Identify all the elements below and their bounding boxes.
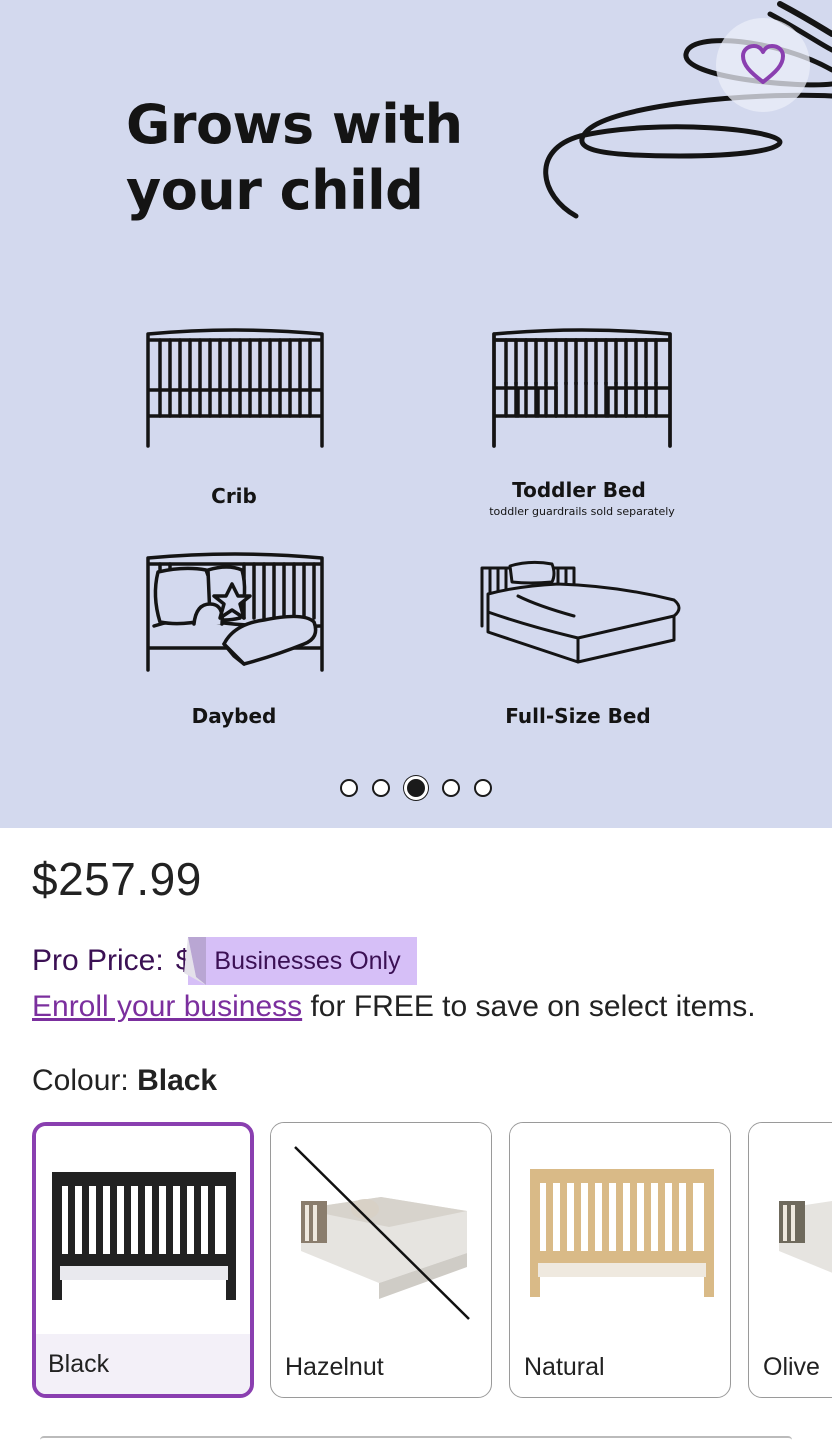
full-size-bed-illustration xyxy=(480,560,681,664)
colour-selector-heading: Colour: Black xyxy=(32,1064,217,1098)
badge-label: Businesses Only xyxy=(214,946,401,975)
swatch-label-hazelnut: Hazelnut xyxy=(285,1352,384,1381)
hero-title: Grows with your child xyxy=(126,92,546,224)
stage-label-toddler-bed: Toddler Bed xyxy=(512,478,646,502)
stage-label-full-size-bed: Full-Size Bed xyxy=(505,704,651,728)
heart-icon xyxy=(741,44,785,84)
colour-swatch-hazelnut[interactable]: Hazelnut xyxy=(270,1122,492,1398)
enroll-business-row: Enroll your business for FREE to save on… xyxy=(32,990,756,1024)
colour-swatch-list: Black Hazelnut Natural Olive xyxy=(32,1122,832,1402)
colour-swatch-olive[interactable]: Olive xyxy=(748,1122,832,1398)
colour-label: Colour: xyxy=(32,1064,129,1097)
swatch-label-olive: Olive xyxy=(763,1352,820,1381)
swatch-label-black: Black xyxy=(36,1334,250,1394)
enroll-business-text: for FREE to save on select items. xyxy=(302,990,756,1023)
swatch-image-olive xyxy=(749,1123,832,1333)
badge-fold-icon xyxy=(184,937,207,985)
colour-swatch-natural[interactable]: Natural xyxy=(509,1122,731,1398)
pro-price-row: Pro Price: $ Businesses Only xyxy=(32,936,417,986)
carousel-dot-2[interactable] xyxy=(372,779,390,797)
carousel-dot-3-active[interactable] xyxy=(404,776,428,800)
carousel-dot-5[interactable] xyxy=(474,779,492,797)
toddler-bed-illustration xyxy=(492,328,672,448)
hero-title-line-1: Grows with xyxy=(126,93,463,156)
swatch-label-natural: Natural xyxy=(524,1352,605,1381)
swatch-image-natural xyxy=(510,1123,730,1333)
swatch-image-black xyxy=(36,1126,250,1336)
enroll-business-link[interactable]: Enroll your business xyxy=(32,990,302,1023)
carousel-dot-4[interactable] xyxy=(442,779,460,797)
carousel-pagination xyxy=(340,776,492,800)
swatch-image-hazelnut xyxy=(271,1123,491,1333)
stage-label-daybed: Daybed xyxy=(191,704,277,728)
colour-selected-value: Black xyxy=(137,1064,218,1097)
businesses-only-badge: Businesses Only xyxy=(184,937,417,985)
product-image-carousel[interactable]: Grows with your child Crib Toddler Bed t… xyxy=(0,0,832,828)
crib-illustration xyxy=(146,328,324,448)
stage-label-crib: Crib xyxy=(211,484,257,508)
colour-swatch-black[interactable]: Black xyxy=(32,1122,254,1398)
product-price: $257.99 xyxy=(32,853,202,905)
favorite-button[interactable] xyxy=(716,18,810,112)
pro-price-label: Pro Price: xyxy=(32,944,164,977)
hero-title-line-2: your child xyxy=(126,159,424,222)
carousel-dot-1[interactable] xyxy=(340,779,358,797)
stage-sublabel-toddler-bed: toddler guardrails sold separately xyxy=(489,505,675,518)
next-section-divider xyxy=(40,1436,792,1440)
daybed-illustration xyxy=(146,552,324,672)
